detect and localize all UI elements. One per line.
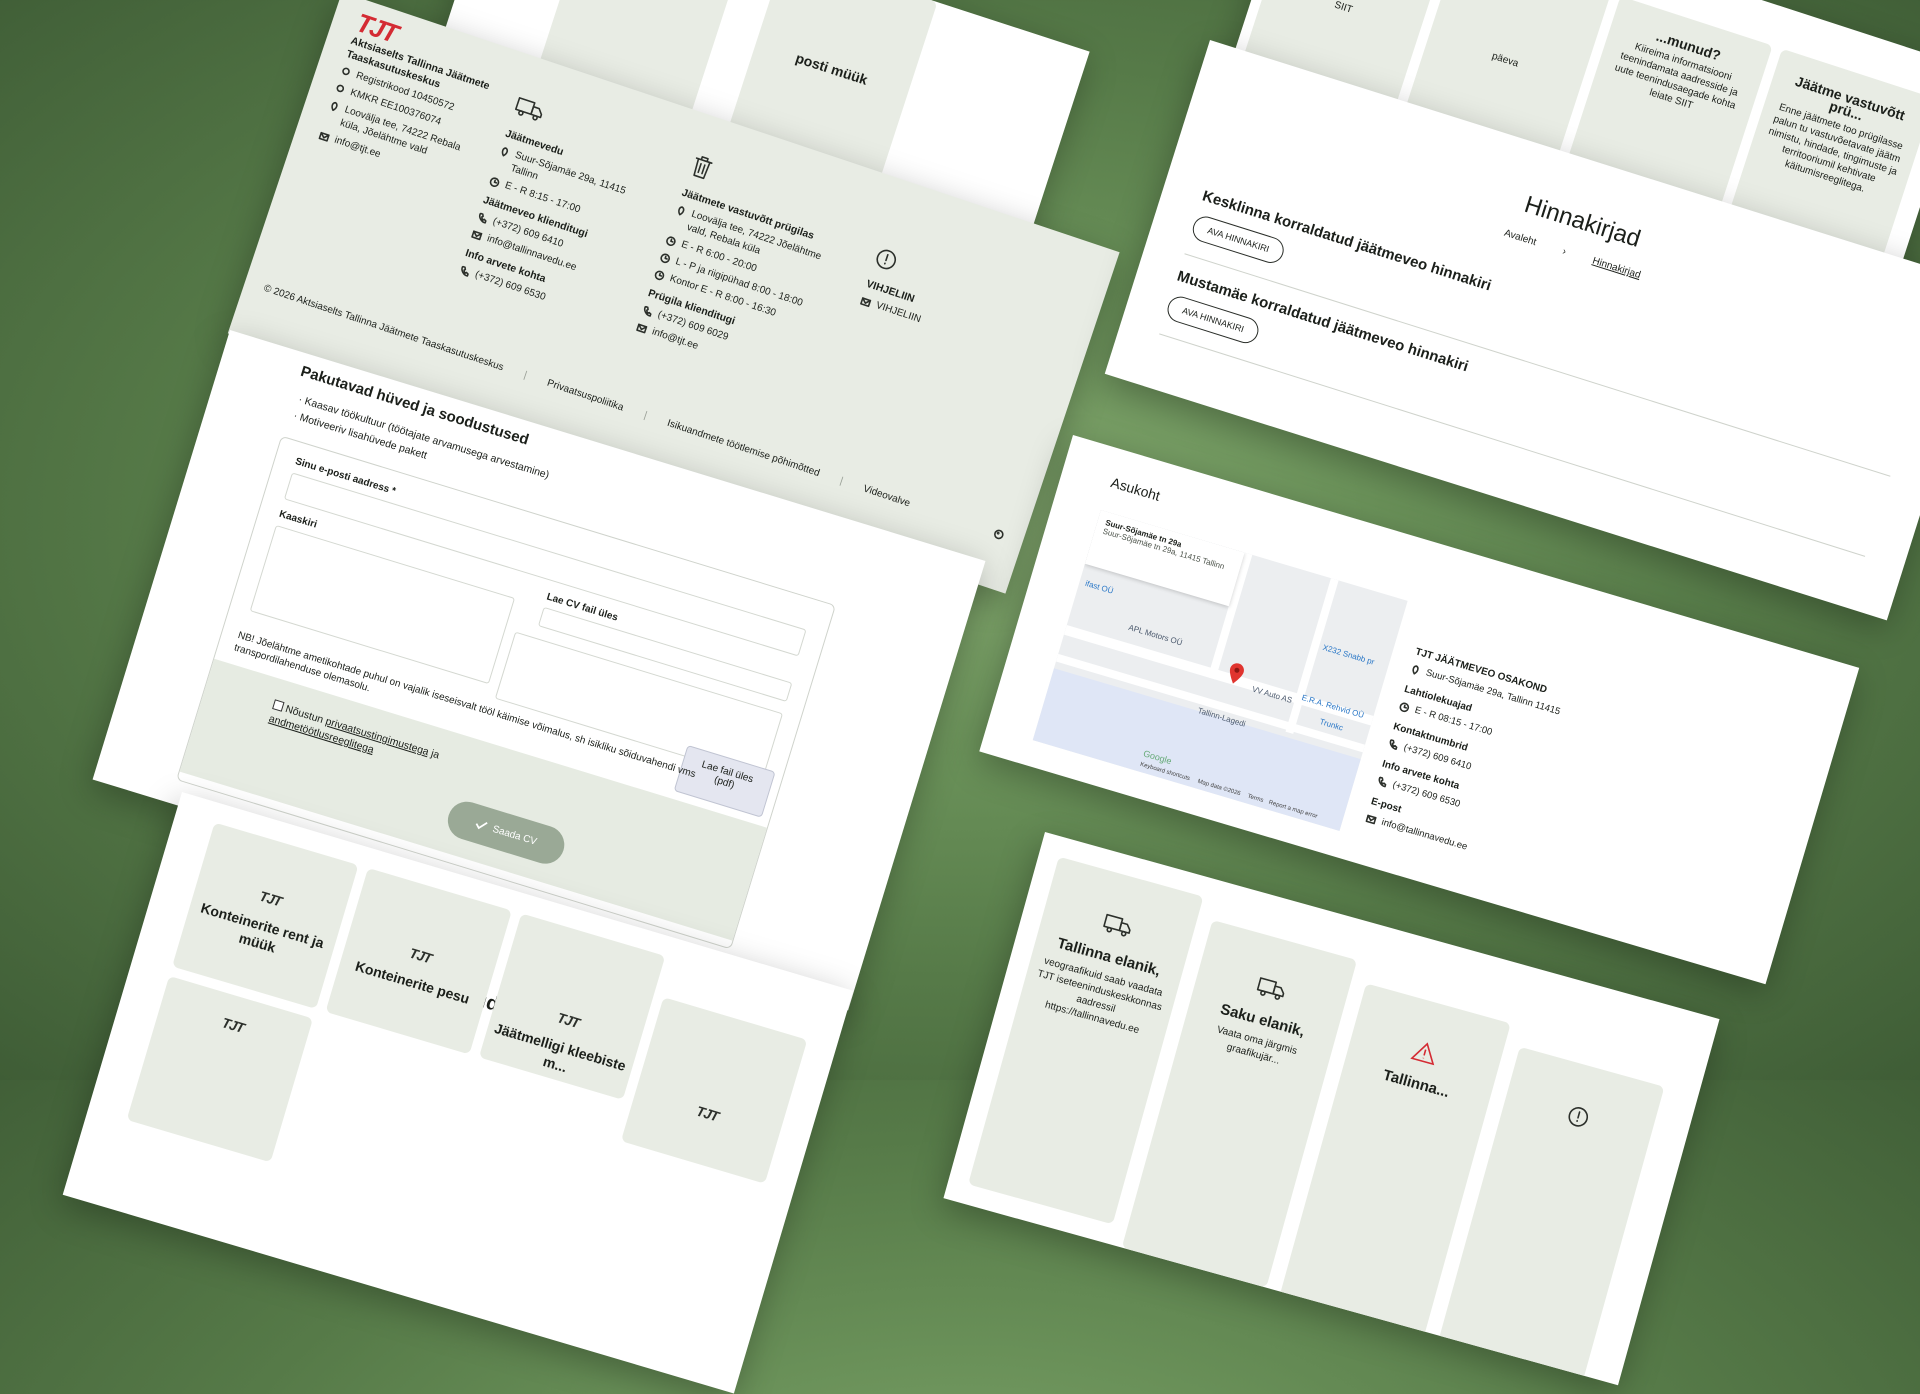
map-label: APL Motors OÜ (1127, 622, 1184, 648)
info-tile-text: päeva (1490, 50, 1520, 70)
mail-icon (1365, 814, 1377, 825)
clock-icon (660, 253, 670, 264)
clock-icon (1399, 702, 1410, 713)
breadcrumb-home[interactable]: Avaleht (1503, 228, 1538, 248)
map-area (1032, 668, 1361, 831)
submit-cv-button[interactable]: Saada CV (443, 796, 570, 869)
badge-icon (336, 84, 345, 93)
section-title: Asukoht (1109, 474, 1163, 504)
footer-company-col: TJT Aktsiaselts Tallinna Jäätmete Taaska… (316, 7, 502, 193)
separator: | (838, 475, 845, 487)
embedded-map[interactable]: APL Motors OÜ VV Auto AS E.R.A. Rehvid O… (1032, 509, 1408, 831)
truck-icon (514, 97, 543, 121)
link-tile[interactable]: TJT Konteinerite pesu (325, 867, 512, 1055)
submit-label: Saada CV (491, 823, 539, 848)
privacy-link[interactable]: Privaatsuspoliitika (546, 378, 625, 414)
resident-tile-title: Tallinna... (1381, 1066, 1452, 1102)
truck-icon (1256, 977, 1285, 1000)
consent-checkbox[interactable] (272, 699, 285, 712)
alert-circle-icon (1568, 1107, 1589, 1127)
consent-text: ja (429, 747, 441, 762)
warning-triangle-icon (1410, 1042, 1435, 1066)
location-pin-icon (678, 206, 685, 216)
link-tile[interactable]: TJT (126, 975, 314, 1163)
link-tile[interactable]: TJT Jäätmelligi kleebiste m... (478, 913, 666, 1100)
check-icon (475, 822, 488, 830)
phone-icon (478, 212, 487, 224)
mail-icon (860, 297, 872, 308)
location-pin-icon (501, 147, 509, 157)
clock-icon (489, 177, 500, 188)
link-tile[interactable]: TJT (620, 997, 808, 1184)
truck-icon (1103, 913, 1131, 937)
office-info: TJT JÄÄTMEVEO OSAKOND Suur-Sõjamäe 29a, … (1364, 638, 1569, 869)
location-pin-icon (331, 101, 338, 112)
breadcrumb-current: Hinnakirjad (1590, 255, 1642, 282)
location-pin-icon (1412, 665, 1419, 675)
cookie-icon[interactable] (993, 528, 1006, 541)
phone-icon (1389, 739, 1398, 750)
phone-icon (643, 305, 652, 317)
mail-icon (318, 131, 330, 142)
phone-icon (1378, 776, 1387, 788)
tjt-logo: TJT (220, 1014, 246, 1036)
service-tile-title: posti müük (793, 49, 870, 88)
mail-icon (636, 323, 648, 334)
mail-icon (471, 230, 483, 241)
map-place-address: Suur-Sõjamäe tn 29a, 11415 Tallinn (1101, 526, 1226, 572)
map-label: ifast OÜ (1084, 578, 1115, 596)
clock-icon (654, 270, 665, 281)
footer-landfill-col: Jäätmete vastuvõtt prügilas Loovälja tee… (633, 152, 856, 391)
badge-icon (342, 67, 350, 76)
footer-hotline-col: VIHJELIIN VIHJELIIN (857, 246, 993, 350)
breadcrumb-separator: › (1561, 246, 1568, 258)
clock-icon (666, 236, 676, 247)
trash-icon (693, 156, 713, 180)
map-label: X232 Snabb pr (1321, 642, 1376, 667)
phone-icon (461, 265, 469, 277)
video-surveillance-link[interactable]: Videovalve (862, 483, 912, 509)
separator: | (642, 410, 649, 422)
info-tile-text: SIIT (1332, 0, 1354, 16)
footer-waste-col: Jäätmevedu Suur-Sõjamäe 29a, 11415 Talli… (456, 93, 661, 327)
map-label: Trunkc (1318, 717, 1345, 733)
alert-circle-icon (876, 249, 897, 270)
separator: | (522, 369, 529, 382)
tjt-logo: TJT (694, 1102, 721, 1125)
